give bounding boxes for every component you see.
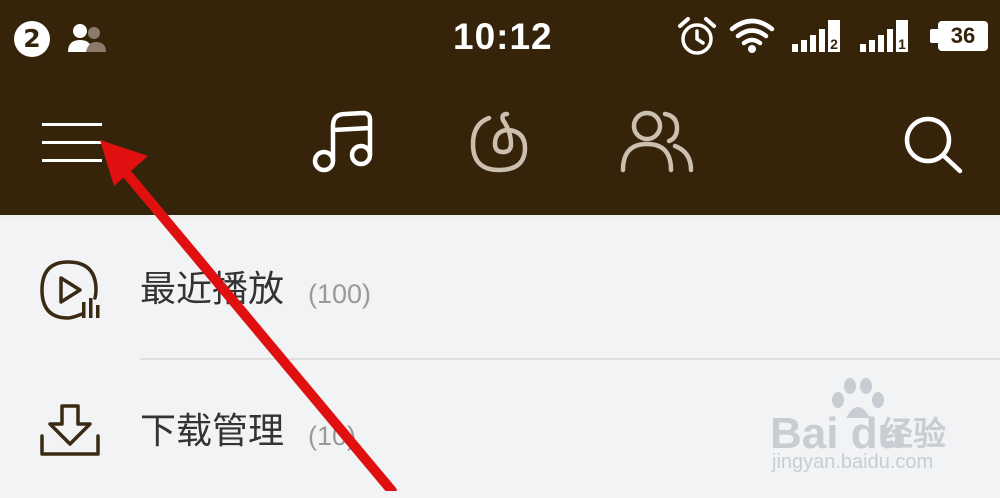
annotation-arrow — [100, 140, 397, 491]
